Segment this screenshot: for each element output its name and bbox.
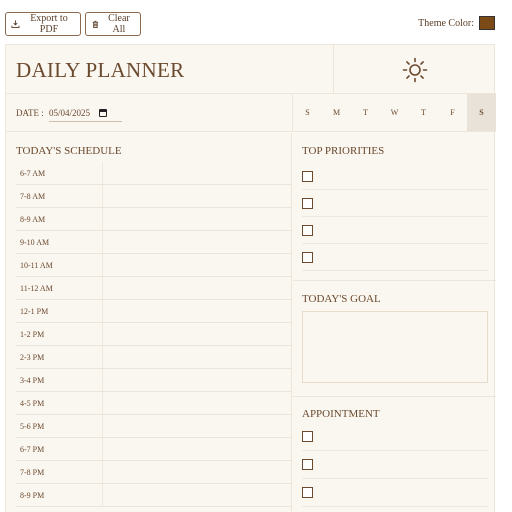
page-title: DAILY PLANNER	[16, 58, 185, 82]
schedule-row[interactable]: 3-4 PM	[16, 369, 292, 392]
schedule-panel: TODAY'S SCHEDULE 6-7 AM 7-8 AM 8-9 AM 9-10 …	[6, 133, 292, 512]
time-slot-label: 3-4 PM	[20, 375, 45, 385]
appointment-row	[302, 423, 488, 451]
time-slot-label: 10-11 AM	[20, 260, 53, 270]
priority-checkbox[interactable]	[302, 251, 313, 263]
weekday-selector: SMTWTFS	[292, 94, 496, 131]
schedule-row[interactable]: 8-9 PM	[16, 484, 292, 507]
date-input[interactable]: 05/04/2025	[49, 105, 122, 122]
sun-icon	[402, 57, 428, 82]
appointment-checkbox[interactable]	[302, 487, 313, 498]
time-slot-label: 7-8 AM	[20, 191, 46, 201]
weekday-0[interactable]: S	[293, 94, 322, 131]
time-slot-label: 7-8 PM	[20, 467, 45, 477]
theme-color-control: Theme Color:	[418, 16, 495, 30]
download-icon	[11, 20, 20, 29]
schedule-row[interactable]: 8-9 AM	[16, 208, 292, 231]
clear-all-button[interactable]: Clear All	[85, 12, 141, 36]
date-label: DATE :	[16, 108, 44, 118]
schedule-row[interactable]: 11-12 AM	[16, 277, 292, 300]
schedule-row[interactable]: 6-7 AM	[16, 162, 292, 185]
date-row: DATE : 05/04/2025 SMTWTFS	[6, 94, 496, 132]
time-slot-label: 9-10 AM	[20, 237, 50, 247]
theme-color-swatch[interactable]	[479, 16, 495, 30]
priority-checkbox[interactable]	[302, 224, 313, 236]
export-pdf-button[interactable]: Export to PDF	[5, 12, 81, 36]
schedule-row[interactable]: 7-8 PM	[16, 461, 292, 484]
schedule-row[interactable]: 1-2 PM	[16, 323, 292, 346]
priority-row	[302, 217, 488, 244]
divider	[293, 396, 496, 397]
schedule-row[interactable]: 6-7 PM	[16, 438, 292, 461]
divider	[293, 280, 496, 281]
appointment-checkbox[interactable]	[302, 431, 313, 442]
weekday-4[interactable]: T	[409, 94, 438, 131]
weekday-6[interactable]: S	[467, 94, 496, 131]
time-slot-label: 6-7 AM	[20, 168, 46, 178]
time-slot-label: 12-1 PM	[20, 306, 49, 316]
schedule-row[interactable]: 4-5 PM	[16, 392, 292, 415]
time-slot-label: 8-9 AM	[20, 214, 46, 224]
export-pdf-label: Export to PDF	[30, 13, 68, 35]
priority-row	[302, 163, 488, 190]
weekday-5[interactable]: F	[438, 94, 467, 131]
priority-row	[302, 190, 488, 217]
schedule-row[interactable]: 10-11 AM	[16, 254, 292, 277]
clear-all-label: Clear All	[108, 13, 130, 35]
right-panel: TOP PRIORITIES TODAY'S GOAL APPOINTMENT	[293, 133, 496, 512]
schedule-list: 6-7 AM 7-8 AM 8-9 AM 9-10 AM 10-11 AM 11-12 A…	[16, 162, 292, 507]
planner-card: DAILY PLANNER DATE : 05/04/2025 SMTWTFS …	[5, 44, 496, 512]
schedule-row[interactable]: 2-3 PM	[16, 346, 292, 369]
time-slot-label: 2-3 PM	[20, 352, 45, 362]
schedule-title: TODAY'S SCHEDULE	[16, 145, 122, 157]
schedule-row[interactable]: 7-8 AM	[16, 185, 292, 208]
planner-header: DAILY PLANNER	[6, 45, 496, 94]
priority-row	[302, 244, 488, 271]
schedule-row[interactable]: 5-6 PM	[16, 415, 292, 438]
weekday-2[interactable]: T	[351, 94, 380, 131]
sun-cell	[333, 45, 496, 94]
schedule-row[interactable]: 9-10 AM	[16, 231, 292, 254]
appointment-row	[302, 479, 488, 507]
schedule-row[interactable]: 12-1 PM	[16, 300, 292, 323]
time-slot-label: 1-2 PM	[20, 329, 45, 339]
appointment-title: APPOINTMENT	[302, 408, 380, 420]
time-slot-label: 8-9 PM	[20, 490, 45, 500]
appointment-checkbox[interactable]	[302, 459, 313, 470]
toolbar: Export to PDF Clear All Theme Color:	[5, 12, 495, 36]
priority-checkbox[interactable]	[302, 170, 313, 182]
time-slot-label: 6-7 PM	[20, 444, 45, 454]
weekday-1[interactable]: M	[322, 94, 351, 131]
trash-icon	[92, 20, 99, 28]
time-slot-label: 11-12 AM	[20, 283, 53, 293]
priority-checkbox[interactable]	[302, 197, 313, 209]
goal-title: TODAY'S GOAL	[302, 293, 381, 305]
appointment-row	[302, 451, 488, 479]
priorities-title: TOP PRIORITIES	[302, 145, 385, 157]
theme-color-label: Theme Color:	[418, 17, 474, 29]
goal-textarea[interactable]	[302, 311, 488, 383]
calendar-icon[interactable]	[99, 109, 108, 117]
weekday-3[interactable]: W	[380, 94, 409, 131]
appointment-list	[302, 423, 488, 507]
priorities-list	[302, 163, 488, 271]
time-slot-label: 5-6 PM	[20, 421, 45, 431]
date-value: 05/04/2025	[49, 108, 91, 118]
time-slot-label: 4-5 PM	[20, 398, 45, 408]
